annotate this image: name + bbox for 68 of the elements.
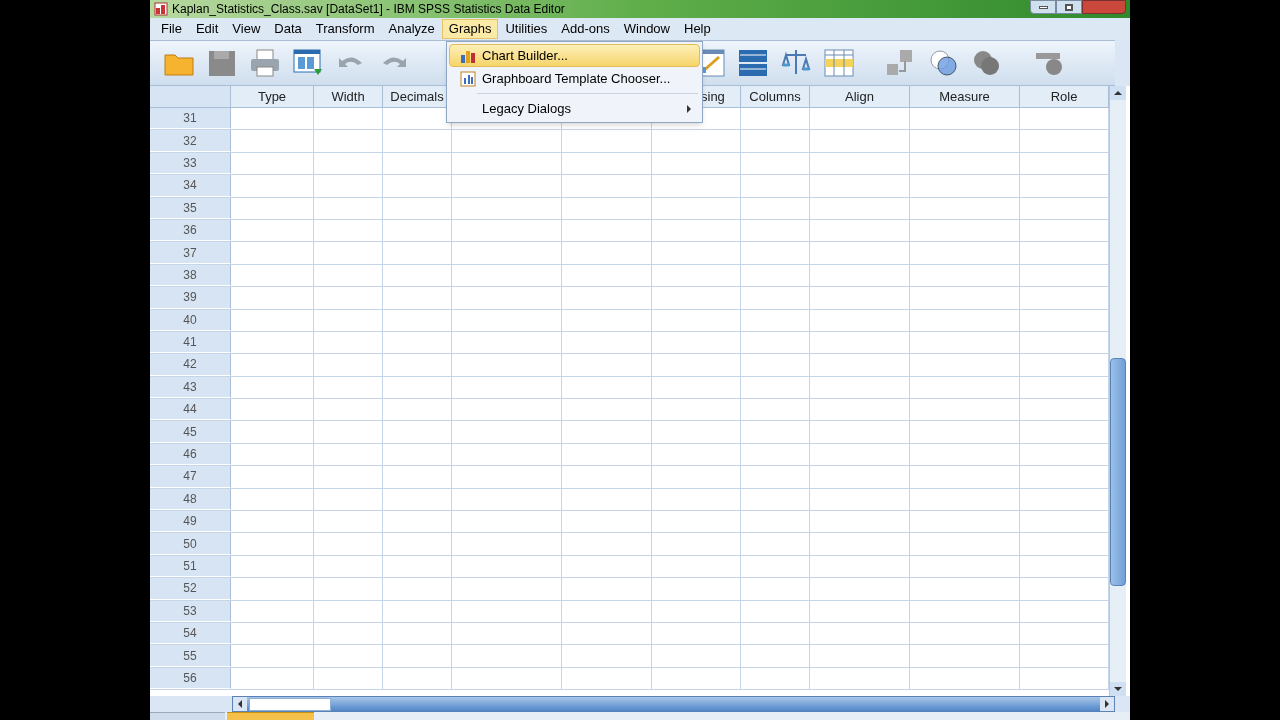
row-header[interactable]: 42 bbox=[150, 354, 231, 376]
column-header[interactable]: Decimals bbox=[390, 86, 444, 107]
scroll-up-icon[interactable] bbox=[1110, 86, 1126, 100]
submenu-arrow-icon bbox=[687, 104, 691, 113]
menu-option[interactable]: Graphboard Template Chooser... bbox=[449, 67, 700, 90]
menu-item[interactable]: Transform bbox=[308, 19, 382, 39]
maximize-button[interactable] bbox=[1056, 0, 1082, 14]
split-table-icon[interactable] bbox=[736, 47, 770, 79]
row-header[interactable]: 34 bbox=[150, 175, 231, 197]
scroll-thumb[interactable] bbox=[249, 697, 331, 711]
row-header[interactable]: 33 bbox=[150, 152, 231, 175]
scroll-thumb[interactable] bbox=[1110, 358, 1126, 586]
menu-option[interactable]: Chart Builder... bbox=[449, 44, 700, 67]
menu-option-label: Chart Builder... bbox=[482, 46, 569, 65]
menu-option[interactable]: Legacy Dialogs bbox=[449, 97, 700, 120]
print-icon[interactable] bbox=[248, 47, 282, 79]
row-header[interactable]: 36 bbox=[150, 219, 231, 242]
sheet-tab[interactable] bbox=[150, 712, 225, 720]
row-header[interactable]: 40 bbox=[150, 309, 231, 331]
scroll-down-icon[interactable] bbox=[1110, 682, 1126, 696]
row-header[interactable]: 52 bbox=[150, 578, 231, 600]
column-header[interactable]: Columns bbox=[749, 86, 801, 107]
horizontal-scrollbar[interactable] bbox=[232, 696, 1115, 712]
row-header[interactable]: 55 bbox=[150, 645, 231, 667]
menu-option-label: Legacy Dialogs bbox=[482, 99, 572, 118]
window-title: Kaplan_Statistics_Class.sav [DataSet1] - IBM SPSS Statistics Data Editor bbox=[172, 1, 565, 18]
table-icon[interactable] bbox=[822, 47, 856, 79]
column-header[interactable]: Type bbox=[257, 86, 287, 107]
menu-item[interactable]: Utilities bbox=[498, 19, 555, 39]
scroll-right-icon[interactable] bbox=[1100, 697, 1114, 711]
row-header[interactable]: 46 bbox=[150, 443, 231, 466]
menu-item[interactable]: View bbox=[225, 19, 268, 39]
row-header[interactable]: 48 bbox=[150, 488, 231, 511]
graphboard-icon bbox=[460, 70, 476, 87]
row-header[interactable]: 35 bbox=[150, 197, 231, 219]
row-header[interactable]: 44 bbox=[150, 399, 231, 421]
row-header[interactable]: 49 bbox=[150, 511, 231, 533]
row-header[interactable]: 51 bbox=[150, 555, 231, 578]
column-header[interactable]: Width bbox=[331, 86, 365, 107]
scroll-left-icon[interactable] bbox=[233, 697, 247, 711]
row-header[interactable]: 39 bbox=[150, 287, 231, 309]
row-header[interactable]: 43 bbox=[150, 376, 231, 399]
column-header[interactable]: Measure bbox=[939, 86, 990, 107]
row-header[interactable]: 38 bbox=[150, 264, 231, 287]
row-header[interactable]: 50 bbox=[150, 533, 231, 555]
menu-item[interactable]: Analyze bbox=[381, 19, 442, 39]
minimize-button[interactable] bbox=[1030, 0, 1056, 14]
column-header[interactable]: Align bbox=[845, 86, 874, 107]
app-icon bbox=[154, 2, 168, 16]
row-header[interactable]: 56 bbox=[150, 667, 231, 690]
row-header[interactable]: 47 bbox=[150, 466, 231, 488]
column-header[interactable]: Role bbox=[1050, 86, 1078, 107]
row-header[interactable]: 31 bbox=[150, 108, 231, 130]
row-header[interactable]: 32 bbox=[150, 130, 231, 152]
menu-item[interactable]: Graphs bbox=[441, 19, 499, 39]
menu-item[interactable]: File bbox=[154, 19, 189, 39]
menu-item[interactable]: Edit bbox=[188, 19, 226, 39]
row-header[interactable]: 53 bbox=[150, 600, 231, 622]
menu-option-label: Graphboard Template Chooser... bbox=[482, 69, 672, 88]
menu-item[interactable]: Data bbox=[267, 19, 309, 39]
menu-item[interactable]: Window bbox=[616, 19, 677, 39]
row-header[interactable]: 41 bbox=[150, 331, 231, 354]
row-header[interactable]: 37 bbox=[150, 242, 231, 264]
menu-item[interactable]: Help bbox=[677, 19, 718, 39]
row-header[interactable]: 45 bbox=[150, 421, 231, 443]
row-header[interactable]: 54 bbox=[150, 623, 231, 645]
menu-item[interactable]: Add-ons bbox=[554, 19, 617, 39]
vertical-scrollbar[interactable] bbox=[1109, 86, 1126, 696]
